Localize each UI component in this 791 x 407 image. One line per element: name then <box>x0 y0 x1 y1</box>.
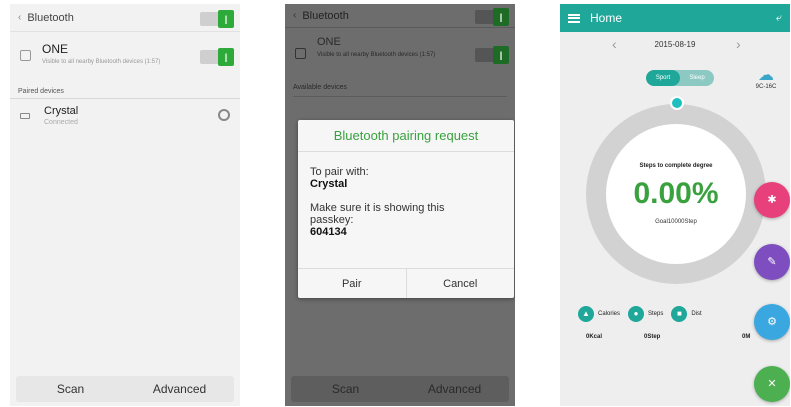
app-header: Home ⤶ <box>560 4 790 32</box>
tab-sleep[interactable]: Sleep <box>680 70 714 86</box>
back-icon[interactable]: ‹ <box>18 12 21 23</box>
available-devices-label: Available devices <box>293 84 347 91</box>
cancel-button[interactable]: Cancel <box>407 269 515 298</box>
paired-device-name: Crystal <box>44 105 79 117</box>
device-name: ONE <box>317 36 341 48</box>
progress-ring: Steps to complete degree 0.00% Goal10000… <box>586 104 766 284</box>
pair-with-label: To pair with: <box>310 166 369 178</box>
paired-device-row[interactable]: Crystal Connected <box>10 99 240 139</box>
bottom-action-bar: Scan Advanced <box>291 376 509 402</box>
bluetooth-toggle[interactable]: | <box>475 8 509 26</box>
settings-fab-icon[interactable]: ⚙ <box>754 304 790 340</box>
visibility-toggle[interactable]: | <box>475 46 509 64</box>
sport-sleep-toggle[interactable]: Sport Sleep <box>646 70 714 86</box>
pair-device-name: Crystal <box>310 178 348 190</box>
close-fab-icon[interactable]: ✕ <box>754 366 790 402</box>
scan-button[interactable]: Scan <box>291 376 400 402</box>
footprint-icon: ● <box>628 306 645 322</box>
edit-fab-icon[interactable]: ✎ <box>754 244 790 280</box>
step-goal: Goal10000Step <box>655 219 697 225</box>
page-title: Home <box>590 11 623 25</box>
stats-row: ▲ Calories ● Steps ■ Dist <box>578 306 702 322</box>
flame-icon: ▲ <box>578 306 594 322</box>
temperature-range: 9C-16C <box>755 84 777 90</box>
current-date: 2015-08-19 <box>654 40 696 49</box>
bottom-action-bar: Scan Advanced <box>16 376 234 402</box>
advanced-button[interactable]: Advanced <box>125 376 234 402</box>
chevron-right-icon[interactable]: › <box>736 36 741 52</box>
distance-stat: ■ Dist <box>671 306 702 322</box>
dialog-title: Bluetooth pairing request <box>298 120 514 152</box>
device-visibility-desc: Visible to all nearby Bluetooth devices … <box>317 52 436 58</box>
tab-sport[interactable]: Sport <box>646 70 680 86</box>
pairing-dialog: Bluetooth pairing request To pair with: … <box>298 120 514 298</box>
progress-percent: 0.00% <box>633 177 719 210</box>
gear-icon[interactable] <box>218 109 230 121</box>
back-icon[interactable]: ‹ <box>293 10 296 21</box>
shoe-icon: ■ <box>671 306 688 322</box>
calories-value: 0Kcal <box>586 334 603 340</box>
weather-widget: ☁ 9C-16C <box>744 67 788 91</box>
visibility-checkbox[interactable] <box>20 50 31 61</box>
steps-value: 0Step <box>644 334 661 340</box>
paired-devices-label: Paired devices <box>10 82 240 99</box>
toggle-on-icon: | <box>218 10 234 28</box>
distance-label: Dist <box>691 311 702 317</box>
pair-button[interactable]: Pair <box>298 269 407 298</box>
device-icon <box>20 113 30 119</box>
page-title: Bluetooth <box>302 9 349 22</box>
page-title: Bluetooth <box>27 11 74 24</box>
divider <box>293 96 507 97</box>
cloud-icon: ☁ <box>758 67 774 84</box>
menu-icon[interactable] <box>568 13 580 23</box>
passkey-label: Make sure it is showing this passkey: <box>310 202 445 226</box>
steps-label: Steps <box>648 311 664 317</box>
share-icon[interactable]: ⤶ <box>776 12 782 25</box>
progress-indicator-dot <box>670 96 684 110</box>
toggle-on-icon: | <box>493 8 509 26</box>
scan-button[interactable]: Scan <box>16 376 125 402</box>
fitness-home-screen: Home ⤶ ‹ 2015-08-19 › Sport Sleep ☁ 9C-1… <box>560 4 790 406</box>
calories-label: Calories <box>598 311 621 317</box>
dialog-actions: Pair Cancel <box>298 268 514 298</box>
visibility-checkbox[interactable] <box>295 48 306 59</box>
ring-label: Steps to complete degree <box>639 163 713 169</box>
toggle-on-icon: | <box>218 48 234 66</box>
toggle-on-icon: | <box>493 46 509 64</box>
pairing-request-screen: ‹ Bluetooth | ONE Visible to all nearby … <box>285 4 515 406</box>
paired-device-state: Connected <box>44 119 78 126</box>
dialog-body: To pair with: Crystal Make sure it is sh… <box>298 152 514 238</box>
bluetooth-fab-icon[interactable]: ✱ <box>754 182 790 218</box>
bluetooth-settings-screen: ‹ Bluetooth | ONE Visible to all nearby … <box>10 4 240 406</box>
passkey-value: 604134 <box>310 226 347 238</box>
device-visibility-desc: Visible to all nearby Bluetooth devices … <box>42 59 161 65</box>
calories-stat: ▲ Calories <box>578 306 620 322</box>
bluetooth-toggle[interactable]: | <box>200 10 234 28</box>
steps-stat: ● Steps <box>628 306 663 322</box>
distance-value: 0M <box>742 334 751 340</box>
ring-content: Steps to complete degree 0.00% Goal10000… <box>606 124 746 264</box>
advanced-button[interactable]: Advanced <box>400 376 509 402</box>
visibility-toggle[interactable]: | <box>200 48 234 66</box>
